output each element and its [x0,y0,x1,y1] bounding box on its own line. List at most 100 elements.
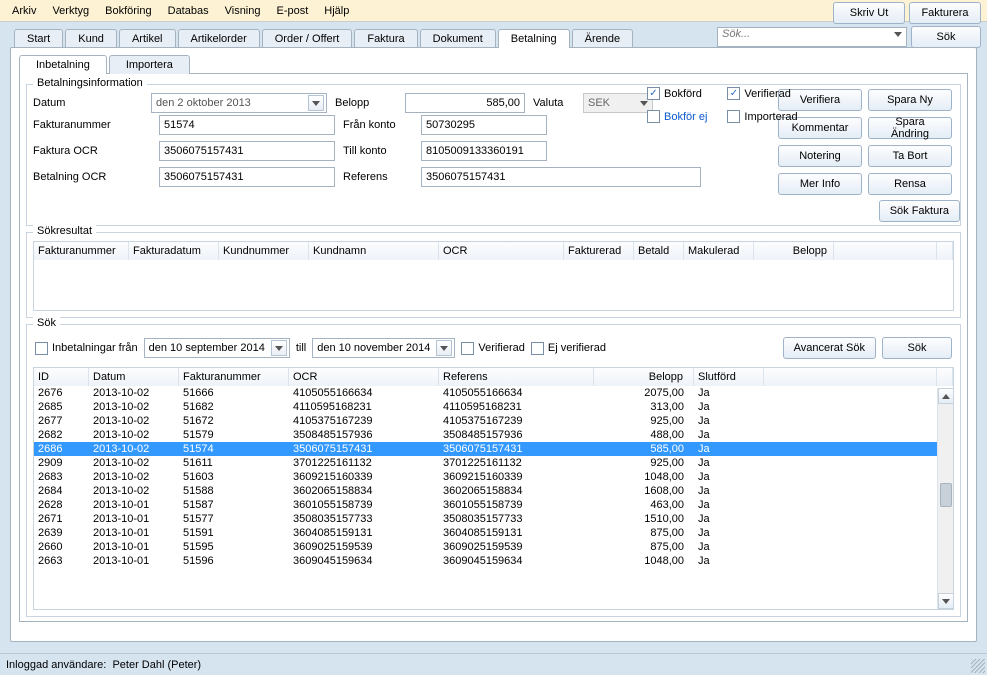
date-to-input[interactable]: den 10 november 2014 [312,338,455,358]
avancerat-sok-button[interactable]: Avancerat Sök [783,337,876,359]
valuta-label: Valuta [533,97,575,109]
sok-faktura-button[interactable]: Sök Faktura [879,200,960,222]
sok-ej-verifierad-checkbox[interactable]: Ej verifierad [531,342,606,355]
sok-header[interactable]: OCR [289,368,439,386]
sokresultat-header[interactable]: OCR [439,242,564,260]
print-button[interactable]: Skriv Ut [833,2,905,24]
table-row[interactable]: 26602013-10-0151595360902515953936090251… [34,540,953,554]
table-row[interactable]: 26712013-10-0151577350803515773335080351… [34,512,953,526]
calendar-icon [436,340,452,356]
clear-button[interactable]: Rensa [868,173,952,195]
till-konto-label: Till konto [343,145,413,157]
save-change-button[interactable]: Spara Ändring [868,117,952,139]
bokfor-ej-checkbox[interactable]: Bokför ej [647,110,707,123]
sok-header[interactable]: ID [34,368,89,386]
sok-fieldset: Sök Inbetalningar från den 10 september … [26,324,961,617]
table-row[interactable]: 26762013-10-0251666410505516663441050551… [34,386,953,400]
till-konto-input[interactable] [421,141,547,161]
referens-input[interactable] [421,167,701,187]
menu-verktyg[interactable]: Verktyg [44,3,97,19]
bokford-checkbox[interactable]: ✓Bokförd [647,87,707,100]
sok-header[interactable]: Referens [439,368,594,386]
status-bar: Inloggad användare: Peter Dahl (Peter) [0,653,987,675]
faktura-ocr-input[interactable] [159,141,335,161]
subtab-inbetalning[interactable]: Inbetalning [19,55,107,74]
valuta-select[interactable]: SEK [583,93,653,113]
sokresultat-header[interactable]: Fakturadatum [129,242,219,260]
betalning-ocr-input[interactable] [159,167,335,187]
more-info-button[interactable]: Mer Info [778,173,862,195]
tab-order-offert[interactable]: Order / Offert [262,29,353,48]
sokresultat-header[interactable] [834,242,937,260]
fakturanummer-input[interactable] [159,115,335,135]
sokresultat-header[interactable]: Belopp [754,242,834,260]
subtab-importera[interactable]: Importera [109,55,190,74]
tab-start[interactable]: Start [14,29,63,48]
table-row[interactable]: 26842013-10-0251588360206515883436020651… [34,484,953,498]
scroll-down-icon[interactable] [938,593,954,609]
referens-label: Referens [343,171,413,183]
table-row[interactable]: 26282013-10-0151587360105515873936010551… [34,498,953,512]
sok-verifierad-checkbox[interactable]: Verifierad [461,342,524,355]
table-row[interactable]: 26392013-10-0151591360408515913136040851… [34,526,953,540]
verifierad-checkbox[interactable]: ✓Verifierad [727,87,797,100]
sok-header[interactable]: Slutförd [694,368,764,386]
inbetalningar-fran-checkbox[interactable]: Inbetalningar från [35,342,138,355]
scroll-up-icon[interactable] [938,388,954,404]
betalning-ocr-label: Betalning OCR [33,171,151,183]
belopp-input[interactable] [405,93,525,113]
global-search-placeholder: Sök... [722,28,750,40]
tab-artikel[interactable]: Artikel [119,29,176,48]
tab-betalning[interactable]: Betalning [498,29,570,48]
sok-header[interactable]: Belopp [594,368,694,386]
tab-dokument[interactable]: Dokument [420,29,496,48]
top-buttons: Skriv Ut Fakturera [833,2,981,24]
sok-header[interactable]: Datum [89,368,179,386]
table-row[interactable]: 26632013-10-0151596360904515963436090451… [34,554,953,568]
sok-controls: Inbetalningar från den 10 september 2014… [33,333,954,367]
menu-e-post[interactable]: E-post [269,3,317,19]
menu-arkiv[interactable]: Arkiv [4,3,44,19]
till-label: till [296,342,306,354]
tab-artikelorder[interactable]: Artikelorder [178,29,260,48]
note-button[interactable]: Notering [778,145,862,167]
global-search-button[interactable]: Sök [911,26,981,48]
tab--rende[interactable]: Ärende [572,29,633,48]
delete-button[interactable]: Ta Bort [868,145,952,167]
sok-legend: Sök [33,317,60,329]
payment-info-legend: Betalningsinformation [33,77,147,89]
importerad-checkbox[interactable]: Importerad [727,110,797,123]
save-new-button[interactable]: Spara Ny [868,89,952,111]
menu-databas[interactable]: Databas [160,3,217,19]
date-from-input[interactable]: den 10 september 2014 [144,338,290,358]
sokresultat-header[interactable]: Kundnummer [219,242,309,260]
sok-header[interactable]: Fakturanummer [179,368,289,386]
sokresultat-header[interactable]: Kundnamn [309,242,439,260]
fran-konto-input[interactable] [421,115,547,135]
sok-button[interactable]: Sök [882,337,952,359]
table-row[interactable]: 26852013-10-0251682411059516823141105951… [34,400,953,414]
invoice-button[interactable]: Fakturera [909,2,981,24]
sokresultat-header[interactable]: Makulerad [684,242,754,260]
scrollbar[interactable] [937,388,953,609]
table-row[interactable]: 26822013-10-0251579350848515793635084851… [34,428,953,442]
menu-hjälp[interactable]: Hjälp [316,3,357,19]
sok-table: IDDatumFakturanummerOCRReferensBeloppSlu… [33,367,954,610]
global-search-input[interactable]: Sök... [717,27,907,47]
scroll-thumb[interactable] [940,483,952,507]
sokresultat-header[interactable]: Betald [634,242,684,260]
global-search: Sök... Sök [717,26,981,48]
sokresultat-header[interactable]: Fakturerad [564,242,634,260]
resize-gripper-icon[interactable] [971,659,985,673]
sub-panel: Betalningsinformation Verifiera Spara Ny… [19,73,968,622]
tab-kund[interactable]: Kund [65,29,117,48]
table-row[interactable]: 29092013-10-0251611370122516113237012251… [34,456,953,470]
sokresultat-header[interactable]: Fakturanummer [34,242,129,260]
table-row[interactable]: 26862013-10-0251574350607515743135060751… [34,442,953,456]
table-row[interactable]: 26832013-10-0251603360921516033936092151… [34,470,953,484]
datum-input[interactable]: den 2 oktober 2013 [151,93,327,113]
menu-visning[interactable]: Visning [217,3,269,19]
menu-bokföring[interactable]: Bokföring [97,3,159,19]
tab-faktura[interactable]: Faktura [354,29,417,48]
table-row[interactable]: 26772013-10-0251672410537516723941053751… [34,414,953,428]
